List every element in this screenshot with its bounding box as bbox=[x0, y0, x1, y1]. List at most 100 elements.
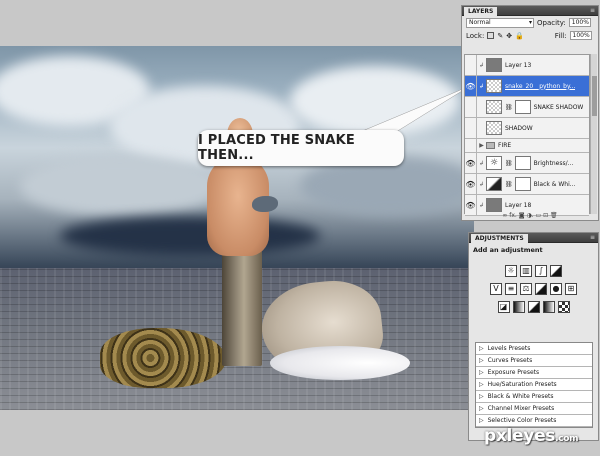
invert-icon[interactable]: ◪ bbox=[497, 301, 510, 313]
layer-row[interactable]: 👁 ↲ ☼ ⛓ Brightness/... bbox=[465, 153, 589, 174]
expand-triangle-icon[interactable]: ▷ bbox=[479, 417, 484, 424]
selective-color-icon[interactable] bbox=[557, 301, 570, 313]
clip-icon: ↲ bbox=[478, 180, 485, 188]
expand-triangle-icon[interactable]: ▶ bbox=[477, 139, 486, 152]
black-white-adjustment-icon bbox=[486, 177, 502, 191]
preset-item[interactable]: ▷ Curves Presets bbox=[476, 355, 592, 367]
layer-mask-thumbnail bbox=[514, 100, 531, 114]
layers-tab[interactable]: LAYERS bbox=[464, 7, 498, 16]
layer-name: Black & Whi... bbox=[533, 180, 576, 188]
clip-icon: ↲ bbox=[478, 61, 485, 69]
layer-mask-thumbnail bbox=[514, 177, 531, 191]
adjustment-icons-row-2: V ≡ ⚖ ● ⊞ bbox=[469, 283, 598, 295]
scrollbar-thumb[interactable] bbox=[592, 76, 597, 116]
expand-triangle-icon[interactable]: ▷ bbox=[479, 357, 484, 364]
watermark-text: pxleyes bbox=[484, 426, 556, 446]
layer-row[interactable]: 👁 ↲ ⛓ Black & Whi... bbox=[465, 174, 589, 195]
preset-item[interactable]: ▷ Black & White Presets bbox=[476, 391, 592, 403]
gradient-map-icon[interactable] bbox=[542, 301, 555, 313]
layer-row-selected[interactable]: 👁 ↲ snake_20__python_by... bbox=[465, 76, 589, 97]
layer-row[interactable]: ⛓ SNAKE SHADOW bbox=[465, 97, 589, 118]
visibility-toggle[interactable] bbox=[465, 118, 477, 138]
panel-menu-icon[interactable]: ≡ bbox=[590, 7, 595, 15]
black-white-icon[interactable] bbox=[535, 283, 547, 295]
adjustments-title: Add an adjustment bbox=[473, 246, 543, 254]
layer-name: Layer 13 bbox=[505, 61, 532, 69]
blend-mode-select[interactable]: Normal bbox=[466, 17, 534, 28]
vibrance-icon[interactable]: V bbox=[490, 283, 502, 295]
fill-input[interactable]: 100% bbox=[569, 31, 592, 40]
curves-icon[interactable]: ∫ bbox=[535, 265, 547, 277]
layer-group-row[interactable]: ▶ FIRE bbox=[465, 139, 589, 153]
brightness-contrast-icon[interactable]: ☼ bbox=[505, 265, 517, 277]
layer-name: FIRE bbox=[498, 142, 512, 149]
expand-triangle-icon[interactable]: ▷ bbox=[479, 345, 484, 352]
clip-icon bbox=[477, 118, 486, 138]
preset-item[interactable]: ▷ Channel Mixer Presets bbox=[476, 403, 592, 415]
clip-icon bbox=[477, 97, 486, 117]
adjustments-panel-header[interactable]: ADJUSTMENTS ≡ bbox=[469, 233, 598, 243]
adjustments-tab[interactable]: ADJUSTMENTS bbox=[471, 234, 528, 243]
channel-mixer-icon[interactable]: ⊞ bbox=[565, 283, 577, 295]
expand-triangle-icon[interactable]: ▷ bbox=[479, 369, 484, 376]
layers-panel-header[interactable]: LAYERS ≡ bbox=[462, 6, 598, 16]
exposure-icon[interactable] bbox=[550, 265, 562, 277]
adjustment-icons-row-1: ☼ ▥ ∫ bbox=[469, 265, 598, 277]
layer-name: snake_20__python_by... bbox=[505, 82, 576, 90]
clip-icon: ↲ bbox=[478, 82, 485, 90]
swan-image bbox=[270, 346, 410, 380]
layer-name: SNAKE SHADOW bbox=[533, 103, 584, 111]
preset-item[interactable]: ▷ Hue/Saturation Presets bbox=[476, 379, 592, 391]
posterize-icon[interactable] bbox=[512, 301, 525, 313]
folder-icon bbox=[486, 142, 495, 149]
clip-icon: ↲ bbox=[478, 159, 485, 167]
speech-bubble-text: I PLACED THE SNAKE THEN... bbox=[198, 133, 355, 163]
eye-icon[interactable]: 👁 bbox=[465, 153, 477, 173]
eye-icon[interactable]: 👁 bbox=[465, 76, 477, 96]
adjustment-icons-row-3: ◪ bbox=[469, 301, 598, 313]
chain-icon: ⛓ bbox=[505, 180, 513, 188]
hue-saturation-icon[interactable]: ≡ bbox=[505, 283, 517, 295]
preset-label: Exposure Presets bbox=[487, 369, 540, 376]
opacity-input[interactable]: 100% bbox=[568, 18, 591, 27]
preset-label: Black & White Presets bbox=[487, 393, 554, 400]
levels-icon[interactable]: ▥ bbox=[520, 265, 532, 277]
bird-image bbox=[252, 196, 278, 212]
brightness-adjustment-icon: ☼ bbox=[486, 156, 502, 170]
visibility-toggle[interactable] bbox=[465, 139, 477, 152]
lock-all-icon[interactable]: 🔒 bbox=[515, 32, 524, 40]
layer-thumbnail bbox=[486, 198, 502, 212]
layer-thumbnail bbox=[486, 79, 502, 93]
layer-name: Brightness/... bbox=[533, 159, 574, 167]
preset-label: Hue/Saturation Presets bbox=[487, 381, 557, 388]
watermark-suffix: .com bbox=[555, 434, 579, 444]
document-canvas[interactable] bbox=[0, 46, 474, 410]
layer-row[interactable]: ↲ Layer 13 bbox=[465, 55, 589, 76]
lock-transparent-icon[interactable] bbox=[487, 32, 495, 39]
preset-item[interactable]: ▷ Levels Presets bbox=[476, 343, 592, 355]
expand-triangle-icon[interactable]: ▷ bbox=[479, 393, 484, 400]
photo-filter-icon[interactable]: ● bbox=[550, 283, 562, 295]
preset-label: Selective Color Presets bbox=[487, 417, 557, 424]
preset-item[interactable]: ▷ Exposure Presets bbox=[476, 367, 592, 379]
preset-label: Curves Presets bbox=[487, 357, 533, 364]
panel-menu-icon[interactable]: ≡ bbox=[590, 234, 595, 242]
expand-triangle-icon[interactable]: ▷ bbox=[479, 405, 484, 412]
threshold-icon[interactable] bbox=[527, 301, 540, 313]
expand-triangle-icon[interactable]: ▷ bbox=[479, 381, 484, 388]
layers-scrollbar[interactable] bbox=[590, 54, 597, 214]
lock-position-icon[interactable]: ✥ bbox=[506, 32, 512, 40]
lock-row: Lock: ✎ ✥ 🔒 Fill: 100% bbox=[462, 29, 598, 42]
lock-label: Lock: bbox=[466, 31, 485, 40]
visibility-toggle[interactable] bbox=[465, 97, 477, 117]
eye-icon[interactable]: 👁 bbox=[465, 174, 477, 194]
lock-pixels-icon[interactable]: ✎ bbox=[497, 32, 503, 40]
layer-row[interactable]: SHADOW bbox=[465, 118, 589, 139]
layers-footer-icons[interactable]: ∞ fx. ◙ ◑. ▭ ⊡ 🗑 bbox=[462, 211, 598, 220]
snake-image bbox=[100, 328, 226, 388]
fill-label: Fill: bbox=[554, 31, 567, 40]
visibility-toggle[interactable] bbox=[465, 55, 477, 75]
color-balance-icon[interactable]: ⚖ bbox=[520, 283, 532, 295]
cloud bbox=[60, 216, 320, 256]
cloud bbox=[20, 156, 220, 216]
